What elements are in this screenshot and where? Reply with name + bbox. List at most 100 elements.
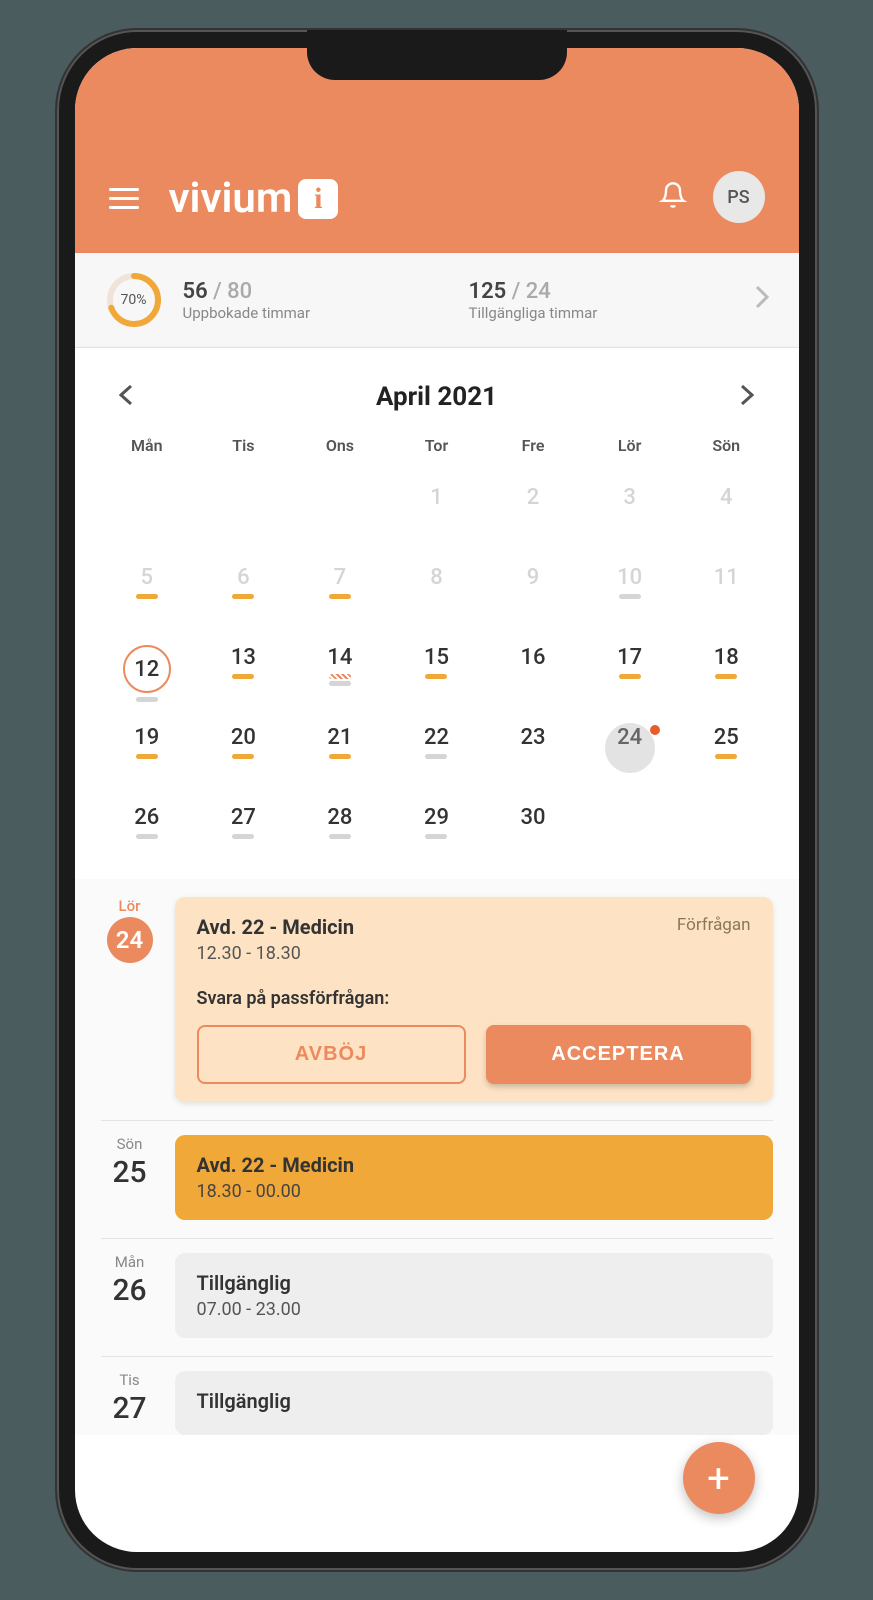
- calendar-day-number: 3: [623, 485, 636, 510]
- event-date: Sön25: [101, 1135, 159, 1220]
- events-list: Lör24 Avd. 22 - Medicin Förfrågan 12.30 - 1…: [75, 879, 799, 1435]
- calendar-cell[interactable]: 14: [292, 645, 389, 709]
- calendar-cell[interactable]: 15: [388, 645, 485, 709]
- calendar-cell[interactable]: 22: [388, 725, 485, 789]
- calendar-day-number: 23: [521, 725, 546, 750]
- calendar-day-header: Fre: [485, 436, 582, 469]
- calendar-cell[interactable]: 19: [99, 725, 196, 789]
- calendar-cell[interactable]: 30: [485, 805, 582, 869]
- calendar-day-number: 29: [424, 805, 449, 830]
- next-month-icon[interactable]: [740, 384, 754, 410]
- calendar-day-number: 2: [527, 485, 540, 510]
- calendar-cell[interactable]: 26: [99, 805, 196, 869]
- calendar-cell: [678, 805, 775, 869]
- menu-icon[interactable]: [109, 188, 139, 209]
- event-title: Avd. 22 - Medicin: [197, 915, 355, 939]
- booked-label: Uppbokade timmar: [183, 304, 449, 322]
- calendar-cell[interactable]: 17: [581, 645, 678, 709]
- calendar-cell[interactable]: 10: [581, 565, 678, 629]
- calendar-day-number: 21: [327, 725, 352, 750]
- calendar-day-header: Ons: [292, 436, 389, 469]
- progress-ring-icon: 70%: [105, 271, 163, 329]
- calendar-day-number: 9: [527, 565, 540, 590]
- calendar-cell[interactable]: 21: [292, 725, 389, 789]
- event-date: Mån 26: [101, 1253, 159, 1338]
- calendar-cell[interactable]: 25: [678, 725, 775, 789]
- event-day-name: Sön: [101, 1135, 159, 1153]
- event-date: Lör24: [101, 897, 159, 1102]
- decline-button[interactable]: AVBÖJ: [197, 1025, 466, 1084]
- calendar-day-number: 20: [231, 725, 256, 750]
- calendar-cell[interactable]: 5: [99, 565, 196, 629]
- calendar-cell[interactable]: 1: [388, 485, 485, 549]
- event-card[interactable]: Tillgänglig 07.00 - 23.00: [175, 1253, 773, 1338]
- event-time: 12.30 - 18.30: [197, 943, 751, 964]
- calendar-day-number: 11: [714, 565, 739, 590]
- calendar-grid: MånTisOnsTorFreLörSön1234567891011121314…: [99, 436, 775, 869]
- calendar-cell[interactable]: 11: [678, 565, 775, 629]
- accept-button[interactable]: ACCEPTERA: [486, 1025, 751, 1084]
- logo: vivium i: [169, 174, 339, 223]
- calendar-cell[interactable]: 13: [195, 645, 292, 709]
- header-right: PS: [659, 171, 765, 223]
- screen: vivium i PS 70%: [75, 48, 799, 1552]
- event-card[interactable]: Tillgänglig: [175, 1371, 773, 1435]
- calendar-cell[interactable]: 28: [292, 805, 389, 869]
- calendar-cell[interactable]: 24: [581, 725, 678, 789]
- event-title: Tillgänglig: [197, 1389, 751, 1413]
- event-day-badge: 24: [107, 917, 153, 963]
- bell-icon[interactable]: [659, 181, 687, 213]
- event-status: Förfrågan: [677, 915, 751, 935]
- prev-month-icon[interactable]: [119, 384, 133, 410]
- avatar[interactable]: PS: [713, 171, 765, 223]
- calendar-day-number: 13: [231, 645, 256, 670]
- avail-label: Tillgängliga timmar: [469, 304, 735, 322]
- calendar: April 2021 MånTisOnsTorFreLörSön12345678…: [75, 348, 799, 879]
- calendar-cell: [581, 805, 678, 869]
- calendar-day-number: 5: [141, 565, 154, 590]
- event-day-number: 26: [101, 1273, 159, 1308]
- calendar-day-number: 12: [123, 645, 171, 693]
- event-card[interactable]: Avd. 22 - MedicinFörfrågan12.30 - 18.30S…: [175, 897, 773, 1102]
- phone-frame: vivium i PS 70%: [57, 30, 817, 1570]
- calendar-cell[interactable]: 12: [99, 645, 196, 709]
- calendar-cell[interactable]: 7: [292, 565, 389, 629]
- calendar-day-number: 27: [231, 805, 256, 830]
- calendar-day-number: 14: [327, 645, 352, 670]
- calendar-cell[interactable]: 9: [485, 565, 582, 629]
- calendar-cell[interactable]: 27: [195, 805, 292, 869]
- calendar-cell[interactable]: 18: [678, 645, 775, 709]
- event-group: Mån 26 Tillgänglig 07.00 - 23.00: [101, 1239, 773, 1338]
- calendar-cell[interactable]: 16: [485, 645, 582, 709]
- logo-badge-icon: i: [298, 179, 338, 219]
- calendar-day-header: Tis: [195, 436, 292, 469]
- calendar-title: April 2021: [376, 382, 497, 412]
- event-day-name: Mån: [101, 1253, 159, 1271]
- avail-value: 125: [469, 279, 507, 304]
- calendar-cell[interactable]: 20: [195, 725, 292, 789]
- calendar-cell[interactable]: 3: [581, 485, 678, 549]
- add-button[interactable]: +: [683, 1442, 755, 1514]
- calendar-day-number: 10: [617, 565, 642, 590]
- chevron-right-icon[interactable]: [755, 285, 769, 316]
- stats-bar[interactable]: 70% 56 / 80 Uppbokade timmar 125 / 24 Ti…: [75, 253, 799, 348]
- calendar-day-number: 17: [617, 645, 642, 670]
- calendar-day-number: 16: [521, 645, 546, 670]
- calendar-cell[interactable]: 23: [485, 725, 582, 789]
- event-group: Sön25 Avd. 22 - Medicin 18.30 - 00.00: [101, 1121, 773, 1220]
- calendar-cell[interactable]: 4: [678, 485, 775, 549]
- calendar-cell[interactable]: 8: [388, 565, 485, 629]
- event-time: 18.30 - 00.00: [197, 1181, 751, 1202]
- event-title: Tillgänglig: [197, 1271, 751, 1295]
- calendar-cell[interactable]: 29: [388, 805, 485, 869]
- calendar-cell[interactable]: 6: [195, 565, 292, 629]
- event-title: Avd. 22 - Medicin: [197, 1153, 751, 1177]
- calendar-day-number: 25: [714, 725, 739, 750]
- calendar-cell[interactable]: 2: [485, 485, 582, 549]
- event-card[interactable]: Avd. 22 - Medicin 18.30 - 00.00: [175, 1135, 773, 1220]
- calendar-day-number: 15: [424, 645, 449, 670]
- calendar-day-number: 7: [334, 565, 347, 590]
- stat-booked: 56 / 80 Uppbokade timmar: [183, 279, 449, 322]
- event-time: 07.00 - 23.00: [197, 1299, 751, 1320]
- stat-available: 125 / 24 Tillgängliga timmar: [469, 279, 735, 322]
